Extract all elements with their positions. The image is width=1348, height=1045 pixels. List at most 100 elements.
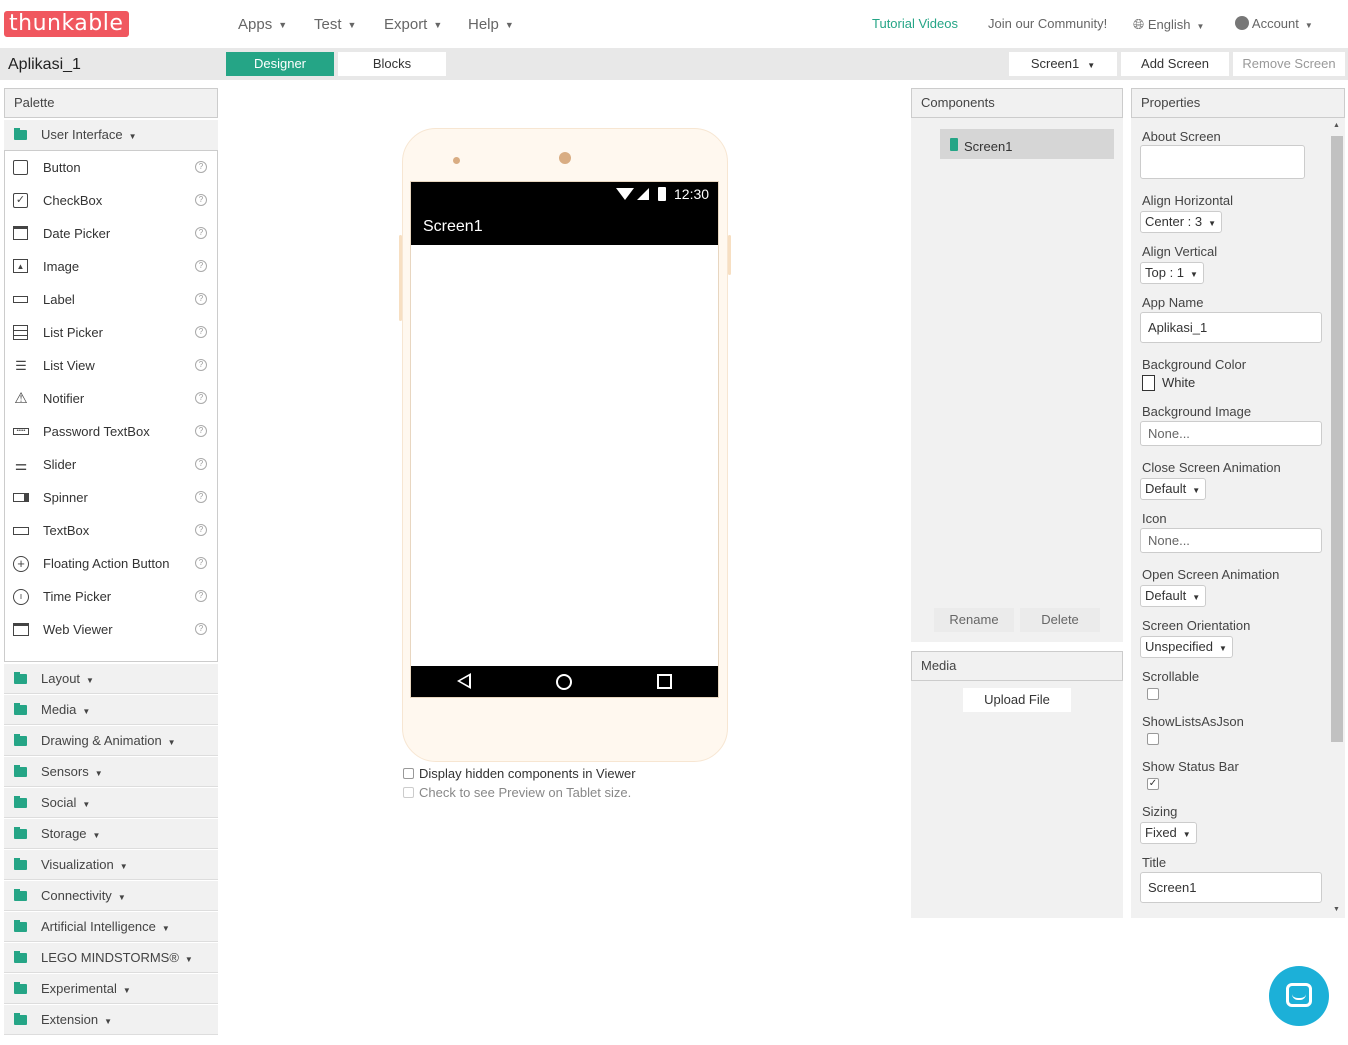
align-horizontal-select[interactable]: Center : 3 ▼ bbox=[1140, 211, 1223, 233]
folder-icon bbox=[14, 765, 27, 777]
category-experimental[interactable]: Experimental ▼ bbox=[4, 974, 218, 1004]
account-icon bbox=[1235, 16, 1249, 30]
category-storage[interactable]: Storage ▼ bbox=[4, 819, 218, 849]
palette-item-label[interactable]: Label? bbox=[5, 283, 217, 316]
chat-launcher-button[interactable] bbox=[1269, 966, 1329, 1026]
help-icon[interactable]: ? bbox=[195, 425, 207, 437]
delete-button[interactable]: Delete bbox=[1020, 608, 1100, 632]
folder-icon bbox=[14, 827, 27, 839]
user-interface-list: Button? ✓ CheckBox? Date Picker? ▲ Image? … bbox=[4, 150, 218, 662]
scroll-down-icon[interactable]: ▼ bbox=[1333, 906, 1340, 913]
help-icon[interactable]: ? bbox=[195, 194, 207, 206]
help-icon[interactable]: ? bbox=[195, 392, 207, 404]
palette-item-floating-action-button[interactable]: + Floating Action Button? bbox=[5, 547, 217, 580]
help-icon[interactable]: ? bbox=[195, 590, 207, 602]
show-lists-as-json-checkbox[interactable] bbox=[1147, 733, 1159, 745]
background-color-label: Background Color bbox=[1142, 357, 1247, 372]
add-screen-button[interactable]: Add Screen bbox=[1121, 52, 1229, 76]
palette-item-image[interactable]: ▲ Image? bbox=[5, 250, 217, 283]
help-icon[interactable]: ? bbox=[195, 359, 207, 371]
tutorial-videos-link[interactable]: Tutorial Videos bbox=[872, 16, 958, 31]
palette-item-notifier[interactable]: ⚠︎ Notifier? bbox=[5, 382, 217, 415]
tree-item-screen1[interactable]: Screen1 bbox=[940, 129, 1114, 159]
palette-item-time-picker[interactable]: ı Time Picker? bbox=[5, 580, 217, 613]
phone-screen[interactable]: 12:30 Screen1 bbox=[410, 181, 719, 698]
password-icon: ••••• bbox=[13, 424, 29, 440]
category-visualization[interactable]: Visualization ▼ bbox=[4, 850, 218, 880]
palette-item-password-textbox[interactable]: ••••• Password TextBox? bbox=[5, 415, 217, 448]
palette-item-button[interactable]: Button? bbox=[5, 151, 217, 184]
help-icon[interactable]: ? bbox=[195, 557, 207, 569]
media-panel: Upload File bbox=[911, 681, 1123, 918]
display-hidden-checkbox[interactable]: Display hidden components in Viewer bbox=[403, 766, 636, 781]
sizing-select[interactable]: Fixed ▼ bbox=[1140, 822, 1197, 844]
category-sensors[interactable]: Sensors ▼ bbox=[4, 757, 218, 787]
category-artificial-intelligence[interactable]: Artificial Intelligence ▼ bbox=[4, 912, 218, 942]
phone-camera-dot bbox=[559, 152, 571, 164]
app-name-input[interactable]: Aplikasi_1 bbox=[1140, 312, 1322, 343]
help-icon[interactable]: ? bbox=[195, 491, 207, 503]
category-user-interface[interactable]: User Interface ▼ bbox=[4, 120, 218, 150]
menu-help[interactable]: Help ▼ bbox=[468, 16, 514, 33]
category-lego-mindstorms[interactable]: LEGO MINDSTORMS® ▼ bbox=[4, 943, 218, 973]
scroll-up-icon[interactable]: ▲ bbox=[1333, 122, 1340, 129]
app-name-label: App Name bbox=[1142, 295, 1204, 310]
menu-export[interactable]: Export ▼ bbox=[384, 16, 442, 33]
category-social[interactable]: Social ▼ bbox=[4, 788, 218, 818]
folder-icon bbox=[14, 796, 27, 808]
category-layout[interactable]: Layout ▼ bbox=[4, 664, 218, 694]
about-screen-textarea[interactable] bbox=[1140, 145, 1305, 179]
menu-test[interactable]: Test ▼ bbox=[314, 16, 356, 33]
help-icon[interactable]: ? bbox=[195, 260, 207, 272]
account-menu[interactable]: Account ▼ bbox=[1235, 16, 1313, 31]
show-status-bar-checkbox[interactable]: ✓ bbox=[1147, 778, 1159, 790]
category-connectivity[interactable]: Connectivity ▼ bbox=[4, 881, 218, 911]
help-icon[interactable]: ? bbox=[195, 524, 207, 536]
help-icon[interactable]: ? bbox=[195, 326, 207, 338]
palette-item-slider[interactable]: ⚌ Slider? bbox=[5, 448, 217, 481]
color-swatch bbox=[1142, 375, 1155, 391]
help-icon[interactable]: ? bbox=[195, 293, 207, 305]
palette-header: Palette bbox=[4, 88, 218, 118]
help-icon[interactable]: ? bbox=[195, 623, 207, 635]
phone-icon bbox=[950, 138, 958, 151]
designer-button[interactable]: Designer bbox=[226, 52, 334, 76]
folder-icon bbox=[14, 858, 27, 870]
properties-scrollbar[interactable]: ▲ ▼ bbox=[1331, 120, 1343, 918]
language-menu[interactable]: 🌐︎ English ▼ bbox=[1133, 16, 1204, 33]
screen-orientation-select[interactable]: Unspecified ▼ bbox=[1140, 636, 1233, 658]
align-vertical-select[interactable]: Top : 1 ▼ bbox=[1140, 262, 1204, 284]
screen-select[interactable]: Screen1 ▼ bbox=[1009, 52, 1117, 76]
open-screen-animation-select[interactable]: Default ▼ bbox=[1140, 585, 1207, 607]
background-color-picker[interactable]: White bbox=[1142, 375, 1195, 391]
blocks-button[interactable]: Blocks bbox=[338, 52, 446, 76]
palette-item-date-picker[interactable]: Date Picker? bbox=[5, 217, 217, 250]
icon-picker[interactable]: None... bbox=[1140, 528, 1322, 553]
menu-apps[interactable]: Apps ▼ bbox=[238, 16, 287, 33]
scroll-thumb[interactable] bbox=[1331, 136, 1343, 742]
category-drawing-animation[interactable]: Drawing & Animation ▼ bbox=[4, 726, 218, 756]
background-image-picker[interactable]: None... bbox=[1140, 421, 1322, 446]
upload-file-button[interactable]: Upload File bbox=[963, 688, 1071, 712]
category-media[interactable]: Media ▼ bbox=[4, 695, 218, 725]
tablet-preview-checkbox[interactable]: Check to see Preview on Tablet size. bbox=[403, 785, 631, 800]
close-screen-animation-select[interactable]: Default ▼ bbox=[1140, 478, 1207, 500]
palette-item-textbox[interactable]: TextBox? bbox=[5, 514, 217, 547]
background-image-label: Background Image bbox=[1142, 404, 1252, 419]
title-input[interactable]: Screen1 bbox=[1140, 872, 1322, 903]
help-icon[interactable]: ? bbox=[195, 227, 207, 239]
remove-screen-button[interactable]: Remove Screen bbox=[1233, 52, 1345, 76]
help-icon[interactable]: ? bbox=[195, 458, 207, 470]
rename-button[interactable]: Rename bbox=[934, 608, 1014, 632]
category-extension[interactable]: Extension ▼ bbox=[4, 1005, 218, 1035]
palette-item-spinner[interactable]: Spinner? bbox=[5, 481, 217, 514]
palette-item-web-viewer[interactable]: Web Viewer? bbox=[5, 613, 217, 646]
thunkable-logo[interactable]: thunkable bbox=[4, 11, 129, 37]
palette-item-checkbox[interactable]: ✓ CheckBox? bbox=[5, 184, 217, 217]
community-link[interactable]: Join our Community! bbox=[988, 16, 1107, 31]
help-icon[interactable]: ? bbox=[195, 161, 207, 173]
palette-item-list-picker[interactable]: List Picker? bbox=[5, 316, 217, 349]
scrollable-checkbox[interactable] bbox=[1147, 688, 1159, 700]
palette-item-list-view[interactable]: ☰ List View? bbox=[5, 349, 217, 382]
home-icon bbox=[556, 674, 572, 690]
